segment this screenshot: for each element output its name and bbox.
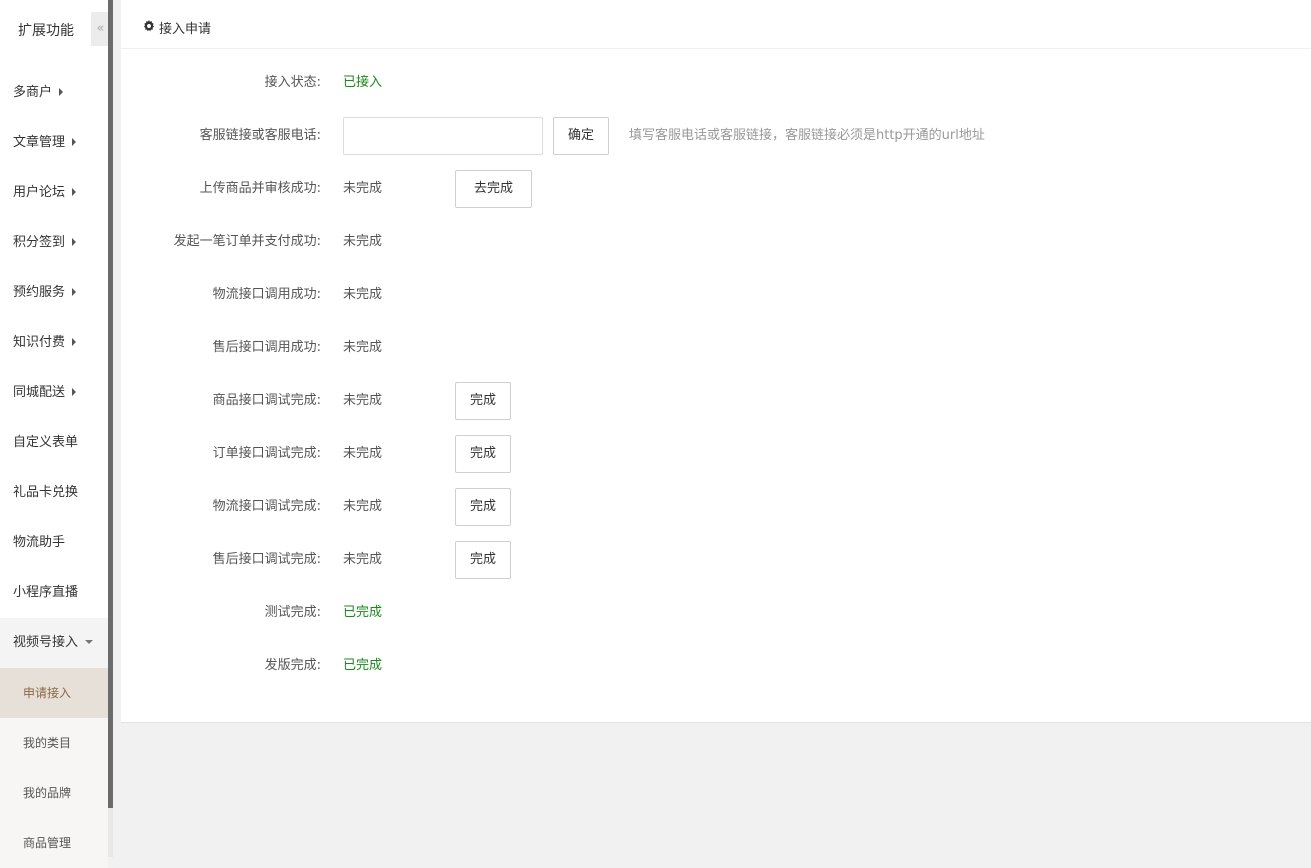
sidebar-item-label: 用户论坛: [13, 185, 66, 200]
sidebar-item-mini-live[interactable]: 小程序直播: [0, 568, 108, 618]
sidebar-item-label: 积分签到: [13, 235, 66, 250]
sidebar-item-label: 多商户: [13, 85, 53, 100]
field-label: 上传商品并审核成功:: [199, 181, 321, 196]
sidebar-item-local-delivery[interactable]: 同城配送: [0, 368, 108, 418]
status-value: 未完成: [343, 234, 383, 249]
sidebar-item-label: 同城配送: [13, 385, 66, 400]
field-label: 测试完成:: [264, 605, 321, 620]
sidebar-item-label: 礼品卡兑换: [13, 485, 79, 500]
row-logistics-call: 物流接口调用成功: 未完成: [121, 275, 1311, 315]
sidebar-item-channels[interactable]: 视频号接入: [0, 618, 108, 668]
service-contact-input[interactable]: [343, 117, 543, 155]
field-label: 订单接口调试完成:: [212, 446, 321, 461]
caret-right-icon: [72, 337, 77, 346]
caret-right-icon: [72, 137, 77, 146]
sidebar-item-forum[interactable]: 用户论坛: [0, 168, 108, 218]
row-test-done: 测试完成: 已完成: [121, 593, 1311, 633]
go-complete-button[interactable]: 去完成: [455, 170, 533, 208]
field-label: 物流接口调用成功:: [212, 287, 321, 302]
field-label: 售后接口调试完成:: [212, 552, 321, 567]
caret-right-icon: [72, 387, 77, 396]
status-value: 未完成: [343, 393, 383, 408]
sidebar-item-gift-card[interactable]: 礼品卡兑换: [0, 468, 108, 518]
status-value: 未完成: [343, 552, 383, 567]
row-access-status: 接入状态: 已接入: [121, 63, 1311, 103]
sidebar-subitem-categories[interactable]: 我的类目: [0, 718, 108, 768]
sidebar-item-label: 小程序直播: [13, 585, 79, 600]
sidebar-subitem-apply[interactable]: 申请接入: [0, 668, 108, 718]
caret-right-icon: [59, 87, 64, 96]
status-value: 已接入: [343, 75, 383, 90]
field-label: 发版完成:: [264, 658, 321, 673]
sidebar-subitem-brands[interactable]: 我的品牌: [0, 768, 108, 818]
sidebar-menu: 多商户 文章管理 用户论坛 积分签到 预约服务 知识付费 同城配送 自定义表单 …: [0, 68, 108, 868]
row-product-debug: 商品接口调试完成: 未完成 完成: [121, 381, 1311, 421]
row-logistics-debug: 物流接口调试完成: 未完成 完成: [121, 487, 1311, 527]
sidebar-item-label: 预约服务: [13, 285, 66, 300]
sidebar-item-custom-form[interactable]: 自定义表单: [0, 418, 108, 468]
sidebar-title: 扩展功能: [18, 23, 74, 39]
complete-button[interactable]: 完成: [455, 488, 512, 526]
panel-header: 接入申请: [121, 0, 1311, 49]
sidebar-item-paid-knowledge[interactable]: 知识付费: [0, 318, 108, 368]
status-value: 已完成: [343, 658, 383, 673]
sidebar-item-label: 自定义表单: [13, 435, 79, 450]
sidebar-item-multi-merchant[interactable]: 多商户: [0, 68, 108, 118]
sidebar-item-label: 文章管理: [13, 135, 66, 150]
complete-button[interactable]: 完成: [455, 435, 512, 473]
row-service-contact: 客服链接或客服电话: 确定 填写客服电话或客服链接，客服链接必须是http开通的…: [121, 116, 1311, 156]
status-value: 未完成: [343, 340, 383, 355]
sidebar: 扩展功能 « 多商户 文章管理 用户论坛 积分签到 预约服务 知识付费 同城配送…: [0, 0, 113, 868]
row-aftersale-call: 售后接口调用成功: 未完成: [121, 328, 1311, 368]
field-label: 商品接口调试完成:: [212, 393, 321, 408]
sidebar-item-points-signin[interactable]: 积分签到: [0, 218, 108, 268]
complete-button[interactable]: 完成: [455, 382, 512, 420]
caret-down-icon: [85, 639, 94, 644]
sidebar-subitem-products[interactable]: 商品管理: [0, 818, 108, 868]
caret-right-icon: [72, 287, 77, 296]
sidebar-item-articles[interactable]: 文章管理: [0, 118, 108, 168]
status-value: 未完成: [343, 446, 383, 461]
gear-icon: [143, 20, 155, 32]
sidebar-item-label: 物流助手: [13, 535, 66, 550]
sidebar-item-booking[interactable]: 预约服务: [0, 268, 108, 318]
sidebar-item-logistics-helper[interactable]: 物流助手: [0, 518, 108, 568]
service-hint: 填写客服电话或客服链接，客服链接必须是http开通的url地址: [629, 128, 985, 143]
row-aftersale-debug: 售后接口调试完成: 未完成 完成: [121, 540, 1311, 580]
field-label: 物流接口调试完成:: [212, 499, 321, 514]
sidebar-item-label: 视频号接入: [13, 635, 79, 650]
sidebar-scrollbar[interactable]: [108, 0, 113, 808]
panel-title: 接入申请: [159, 22, 212, 37]
sidebar-header: 扩展功能 «: [0, 0, 110, 60]
row-upload-product: 上传商品并审核成功: 未完成 去完成: [121, 169, 1311, 209]
field-label: 售后接口调用成功:: [212, 340, 321, 355]
status-value: 未完成: [343, 181, 383, 196]
confirm-button[interactable]: 确定: [553, 117, 610, 155]
field-label: 接入状态:: [264, 75, 321, 90]
complete-button[interactable]: 完成: [455, 541, 512, 579]
sidebar-item-label: 知识付费: [13, 335, 66, 350]
row-order-paid: 发起一笔订单并支付成功: 未完成: [121, 222, 1311, 262]
caret-right-icon: [72, 237, 77, 246]
row-order-debug: 订单接口调试完成: 未完成 完成: [121, 434, 1311, 474]
status-value: 未完成: [343, 499, 383, 514]
row-release-done: 发版完成: 已完成: [121, 646, 1311, 686]
caret-right-icon: [72, 187, 77, 196]
status-value: 已完成: [343, 605, 383, 620]
main-panel: 接入申请 接入状态: 已接入 客服链接或客服电话: 确定 填写客服电话或客服链接…: [121, 0, 1311, 723]
field-label: 客服链接或客服电话:: [199, 128, 321, 143]
status-value: 未完成: [343, 287, 383, 302]
field-label: 发起一笔订单并支付成功:: [173, 234, 321, 249]
